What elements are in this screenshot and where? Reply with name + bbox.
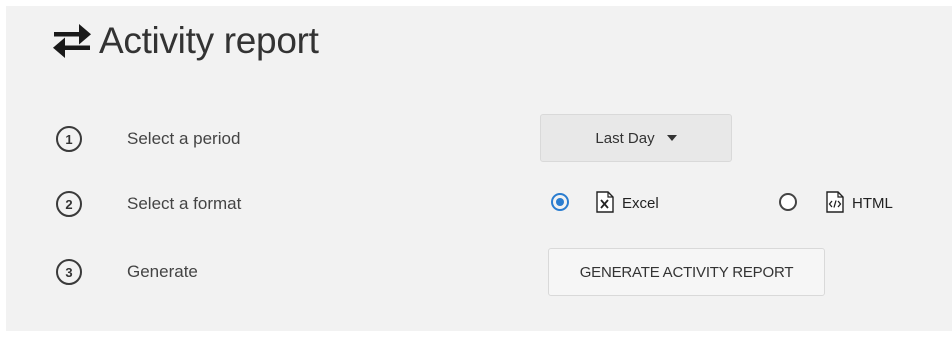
step-label-period: Select a period [127,129,241,148]
step-number-1: 1 [56,126,82,152]
step-label-format: Select a format [127,194,242,213]
generate-report-button[interactable]: GENERATE ACTIVITY REPORT [548,248,825,296]
period-dropdown[interactable]: Last Day [540,114,732,162]
swap-arrows-icon [53,24,91,58]
step-number-2: 2 [56,191,82,217]
header: Activity report [49,18,319,64]
html-label[interactable]: HTML [852,195,893,212]
chevron-down-icon [666,135,677,141]
page-title: Activity report [99,20,319,61]
excel-radio[interactable] [551,193,569,211]
html-file-icon [826,191,844,213]
step-number-3: 3 [56,259,82,285]
excel-file-icon [596,191,614,213]
excel-label[interactable]: Excel [622,195,659,212]
period-selected-value: Last Day [595,129,655,147]
html-radio[interactable] [779,193,797,211]
step-label-generate: Generate [127,262,198,281]
